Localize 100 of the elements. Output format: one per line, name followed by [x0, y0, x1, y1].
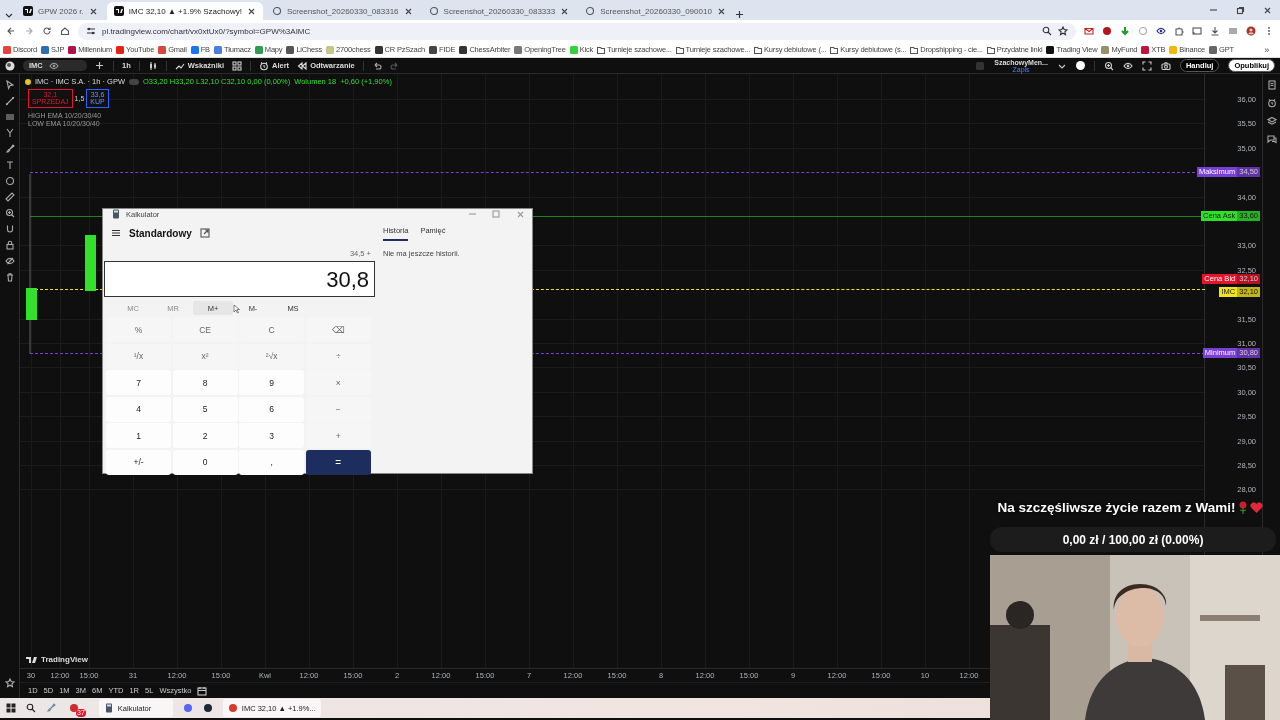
paint-app-icon[interactable]: [46, 703, 56, 713]
calculator-key[interactable]: 6: [239, 396, 305, 422]
mouse-cursor-icon: [233, 304, 240, 314]
camera-icon[interactable]: [1160, 60, 1171, 71]
calculator-key[interactable]: 4: [106, 396, 171, 422]
download-arrow-icon[interactable]: [1120, 26, 1130, 36]
reload-icon[interactable]: [42, 26, 52, 36]
calculator-key[interactable]: =: [305, 449, 371, 475]
browser-icon: [227, 703, 238, 713]
ruler-icon[interactable]: [4, 192, 15, 202]
rewind-icon: [297, 60, 308, 71]
home-icon[interactable]: [60, 26, 70, 36]
close-icon[interactable]: [716, 6, 726, 16]
bookmark-star-icon[interactable]: [1058, 26, 1068, 36]
add-symbol-icon[interactable]: [95, 60, 105, 71]
trash-icon[interactable]: [4, 272, 15, 282]
new-tab-icon[interactable]: [734, 10, 745, 20]
keep-on-top-icon[interactable]: [199, 228, 210, 238]
address-bar[interactable]: pl.tradingview.com/chart/vx0xtUx0/?symbol=GPW%3AIMC: [78, 22, 1076, 40]
calculator-key[interactable]: 5: [172, 396, 238, 422]
mail-icon[interactable]: [1084, 26, 1094, 36]
watchlist-icon[interactable]: [1266, 80, 1277, 90]
result-display: 30,8: [104, 261, 375, 297]
calculator-icon: [103, 703, 114, 713]
brush-icon[interactable]: [4, 144, 15, 154]
alarm-clock-icon[interactable]: [1266, 98, 1277, 108]
calculator-key[interactable]: 1: [106, 423, 171, 449]
close-icon[interactable]: [403, 6, 413, 16]
browser-tab[interactable]: IMC 32,10 ▲ +1.9% Szachowy!: [106, 2, 263, 20]
quick-search-icon[interactable]: [1103, 60, 1114, 71]
close-icon[interactable]: [560, 6, 570, 16]
alarm-clock-icon: [259, 60, 270, 71]
search-icon[interactable]: [26, 703, 36, 713]
heart-icon: [1249, 501, 1263, 514]
app-icon: [69, 703, 79, 713]
checkbox-icon[interactable]: [975, 60, 986, 71]
tradingview-favicon-icon: [113, 6, 124, 16]
zoom-icon[interactable]: [4, 208, 15, 218]
extensions-icon[interactable]: [1174, 26, 1184, 36]
folder-icon: [830, 45, 839, 54]
steam-icon[interactable]: [202, 703, 213, 713]
profile-badge[interactable]: [1075, 61, 1085, 70]
hidden-icon[interactable]: [4, 256, 15, 266]
tradingview-favicon-icon: [23, 6, 33, 16]
calculator-key[interactable]: +/-: [106, 449, 171, 475]
redo-icon[interactable]: [389, 60, 400, 71]
zoom-icon[interactable]: [1042, 26, 1052, 36]
fullscreen-icon[interactable]: [1141, 60, 1152, 71]
pitchfork-icon[interactable]: [4, 128, 15, 138]
discord-icon[interactable]: [182, 703, 193, 713]
calculator-key[interactable]: 8: [172, 370, 238, 396]
cursor-icon[interactable]: [4, 80, 15, 90]
calculator-key[interactable]: 9: [239, 370, 305, 396]
candles-icon[interactable]: [147, 60, 158, 71]
status-dot-icon: [25, 78, 31, 85]
browser-tab[interactable]: Screenshot_20260330_083316: [264, 2, 420, 20]
layout-icon[interactable]: [232, 60, 243, 71]
donation-goal-title: Na szczęśliwsze życie razem z Wami!: [997, 500, 1236, 515]
chat-icon[interactable]: [1266, 134, 1277, 144]
folder-icon: [675, 45, 684, 54]
calculator-key[interactable]: 3: [239, 423, 305, 449]
extension-icon[interactable]: [1102, 26, 1112, 36]
calculator-key[interactable]: 7: [106, 370, 171, 396]
globe-icon: [271, 6, 282, 16]
windows-icon[interactable]: [6, 703, 16, 713]
date-range-icon[interactable]: [197, 685, 208, 696]
calculator-key[interactable]: 2: [172, 423, 238, 449]
close-icon[interactable]: [1263, 5, 1272, 15]
close-icon[interactable]: [88, 6, 98, 16]
globe-icon: [428, 6, 439, 16]
browser-tab[interactable]: GPW 2026 r.: [16, 2, 105, 20]
browser-tab[interactable]: Screenshot_20260330_083333: [421, 2, 577, 20]
folder-icon: [754, 45, 763, 54]
folder-icon: [986, 45, 995, 54]
text-icon[interactable]: [4, 160, 15, 170]
calculator-key[interactable]: 0: [172, 449, 238, 475]
calculator-icon: [111, 209, 121, 219]
cast-icon[interactable]: [1192, 26, 1202, 36]
line-icon[interactable]: [4, 96, 15, 106]
lock-icon[interactable]: [4, 240, 15, 250]
site-info-icon[interactable]: [86, 26, 96, 36]
back-icon[interactable]: [6, 26, 16, 36]
download-icon[interactable]: [1210, 26, 1220, 36]
globe-icon: [585, 6, 596, 16]
restore-icon[interactable]: [1236, 5, 1245, 15]
close-icon[interactable]: [246, 6, 256, 16]
browser-tab[interactable]: Screenshot_20260330_090010: [578, 2, 733, 20]
layers-icon[interactable]: [1266, 116, 1277, 126]
circle-icon[interactable]: [4, 176, 15, 186]
lines-icon[interactable]: [4, 112, 15, 122]
magnet-icon[interactable]: [4, 224, 15, 234]
profile-avatar-icon[interactable]: [1246, 26, 1256, 36]
progress-text: 0,00 zł / 100,00 zł (0.00%): [1062, 532, 1204, 547]
calculator-key[interactable]: ,: [239, 449, 305, 475]
rose-icon: [1237, 501, 1248, 514]
brand-name: TradingView: [41, 655, 88, 664]
menu-icon[interactable]: [111, 228, 121, 238]
star-icon[interactable]: [4, 678, 15, 688]
folder-icon: [910, 45, 919, 54]
more-bookmarks-button[interactable]: »: [1264, 44, 1277, 55]
